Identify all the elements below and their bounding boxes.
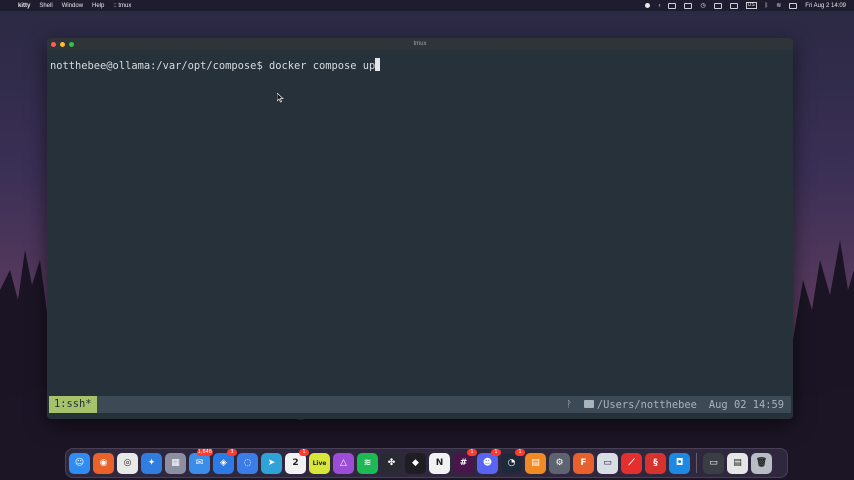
tmux-datetime: Aug 02 14:59 (708, 398, 784, 411)
bluetooth-icon[interactable]: ᛒ (765, 3, 769, 9)
terminal-output[interactable]: notthebee@ollama:/var/opt/compose$ docke… (50, 58, 790, 73)
dock-spotify-icon[interactable]: ≋ (357, 452, 378, 474)
shell-prompt: notthebee@ollama:/var/opt/compose$ (50, 60, 269, 72)
dock-discord-icon[interactable]: ☻ 1 (477, 448, 501, 474)
cloud-icon[interactable] (684, 2, 693, 9)
menu-datetime[interactable]: Fri Aug 2 14:09 (805, 3, 846, 9)
dock-notion-icon[interactable]: N (429, 452, 450, 474)
record-icon[interactable] (645, 3, 651, 8)
display-icon[interactable] (729, 2, 738, 9)
dock-terminal-folder-icon[interactable]: ▭ (703, 452, 724, 474)
dock-badge: 1 (299, 448, 309, 456)
dock-chrome-icon[interactable]: ◎ (117, 452, 138, 474)
dock-document-icon[interactable]: ▤ (727, 452, 748, 474)
clock-icon[interactable]: ◷ (700, 2, 705, 9)
window-titlebar[interactable]: tmux (47, 38, 793, 50)
dock: ☺ ◉ ◎ ✦ ▦ ✉ 1,648 ◈ 3 ◌ ➤ 2 1 Live △ ≋ ✤ ◆ N #1 ☻ 1 ◔ 1 ▤ ⚙ F ▭ ⟋ § ◘ ▭… (65, 448, 788, 478)
dock-badge: 1 (491, 448, 501, 456)
menu-tmux[interactable]: :: tmux (113, 3, 131, 9)
dock-davinci-icon[interactable]: ✤ (381, 452, 402, 474)
dock-app-dark-icon[interactable]: ◆ (405, 452, 426, 474)
dock-app-store-icon[interactable]: ◈ 3 (213, 448, 237, 474)
dock-activity-icon[interactable]: ◔ 1 (501, 448, 525, 474)
dock-finder-icon[interactable]: ☺ (69, 452, 90, 474)
dock-trash-icon[interactable]: 🗑 (751, 452, 772, 474)
dock-git-icon[interactable]: § (645, 452, 666, 474)
menu-shell[interactable]: Shell (39, 3, 52, 9)
grid-icon[interactable] (668, 2, 677, 9)
dock-badge: 3 (227, 448, 237, 456)
folder-icon (583, 399, 594, 408)
dock-pages-icon[interactable]: ▤ (525, 452, 546, 474)
dock-badge: 1,648 (196, 448, 213, 456)
dock-firefox-icon[interactable]: ◉ (93, 452, 114, 474)
input-source[interactable]: US (745, 2, 757, 9)
control-center-icon[interactable] (789, 2, 798, 9)
menu-window[interactable]: Window (62, 3, 83, 9)
dock-telegram-icon[interactable]: ➤ (261, 452, 282, 474)
battery-icon[interactable] (713, 2, 722, 9)
dock-acrobat-icon[interactable]: ⟋ (621, 452, 642, 474)
dock-badge: 1 (467, 448, 477, 456)
dock-slack-icon[interactable]: #1 (453, 448, 477, 474)
tmux-path: /Users/notthebee (596, 398, 697, 411)
dock-vpn-icon[interactable]: ◘ (669, 452, 690, 474)
dock-mail-icon[interactable]: ✉ 1,648 (189, 448, 213, 474)
menu-bar: kitty Shell Window Help :: tmux ‹ ◷ US ᛒ… (0, 0, 854, 11)
dock-badge: 1 (515, 448, 525, 456)
tmux-status-bar: 1:ssh* ᚹ /Users/notthebee Aug 02 14:59 (49, 396, 791, 413)
dock-separator (696, 453, 697, 473)
mouse-pointer-icon (277, 93, 284, 103)
dock-affinity-icon[interactable]: △ (333, 452, 354, 474)
text-cursor (375, 58, 381, 71)
window-title: tmux (413, 41, 427, 47)
dock-safari-icon[interactable]: ✦ (141, 452, 162, 474)
dock-messages-icon[interactable]: ◌ (237, 452, 258, 474)
dock-calendar-icon[interactable]: 21 (285, 448, 309, 474)
kitty-window[interactable]: tmux notthebee@ollama:/var/opt/compose$ … (47, 38, 793, 419)
dock-launchpad-icon[interactable]: ▦ (165, 452, 186, 474)
dock-fusion-icon[interactable]: F (573, 452, 594, 474)
tmux-path-group: /Users/notthebee (583, 398, 697, 411)
command-text: docker compose up (268, 60, 376, 72)
dock-live-icon[interactable]: Live (309, 452, 330, 474)
git-branch-icon: ᚹ (566, 399, 572, 410)
menu-help[interactable]: Help (92, 3, 104, 9)
tmux-window-tab[interactable]: 1:ssh* (49, 396, 97, 413)
menu-app-name[interactable]: kitty (18, 3, 30, 9)
wifi-icon[interactable]: ≋ (776, 2, 781, 9)
dock-settings-icon[interactable]: ⚙ (549, 452, 570, 474)
dock-screens-icon[interactable]: ▭ (597, 452, 618, 474)
chevron-left-icon[interactable]: ‹ (658, 3, 660, 9)
